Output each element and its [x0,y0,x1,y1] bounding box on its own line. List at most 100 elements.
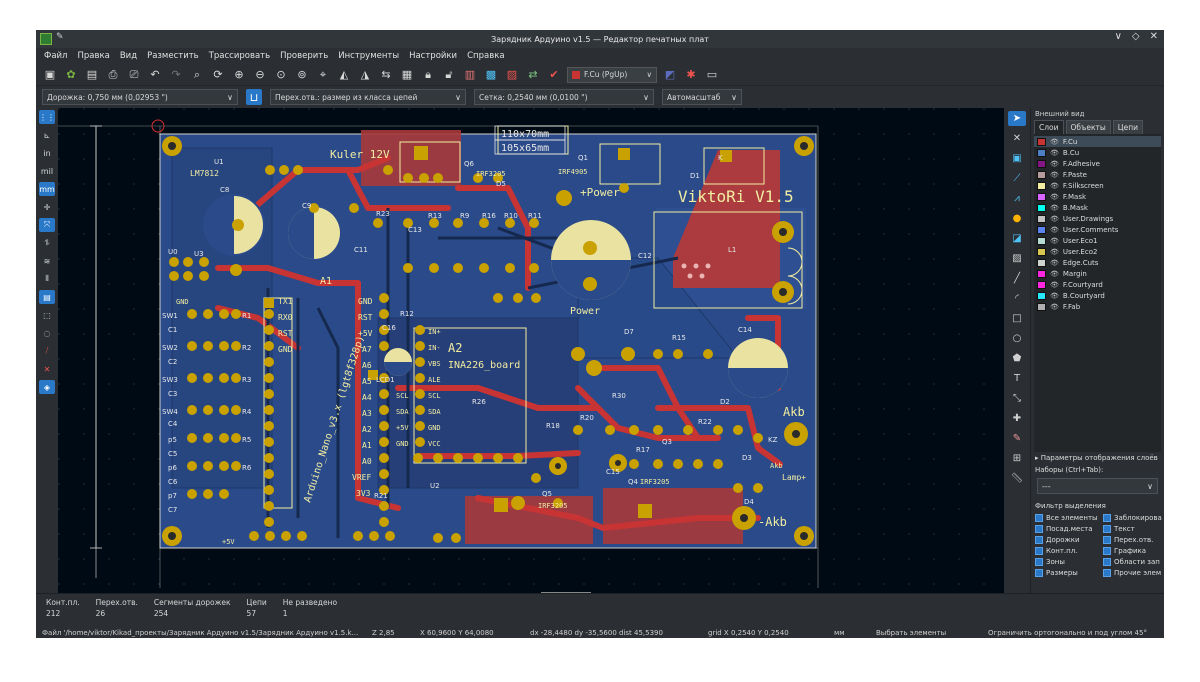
pad-outline-icon[interactable]: ⫴ [39,272,55,286]
zoom-out-icon[interactable]: ⊖ [252,67,268,83]
eye-icon[interactable]: 👁︎ [1050,303,1059,311]
filter-checkbox[interactable]: Посад.места [1035,525,1103,533]
layer-row[interactable]: 👁︎ F.Adhesive [1034,158,1161,169]
layer-color-swatch[interactable] [1037,148,1046,157]
layer-row[interactable]: 👁︎ F.Courtyard [1034,279,1161,290]
find-icon[interactable]: ⌕ [189,67,205,83]
zone-display-icon[interactable]: ≋ [39,254,55,268]
layer-pair-icon[interactable]: ◩ [662,67,678,83]
pcb-canvas[interactable]: 110x70mm 105x65mm Kuler 12V ViktoRi V1.5… [58,108,1004,593]
layer-row[interactable]: 👁︎ F.Paste [1034,169,1161,180]
layer-row[interactable]: 👁︎ User.Comments [1034,224,1161,235]
layer-color-swatch[interactable] [1037,192,1046,201]
track-width-select[interactable]: Дорожка: 0,750 мм (0,02953 ") ∨ [42,89,238,105]
pcb-drawing[interactable]: 110x70mm 105x65mm Kuler 12V ViktoRi V1.5… [58,108,1004,593]
checkbox-icon[interactable] [1035,525,1043,533]
add-text-icon[interactable]: T [1008,371,1026,386]
redo-icon[interactable]: ↷ [168,67,184,83]
checkbox-icon[interactable] [1103,547,1111,555]
eye-icon[interactable]: 👁︎ [1050,270,1059,278]
menu-help[interactable]: Справка [467,51,504,61]
zoom-select[interactable]: Автомасштаб ∨ [662,89,742,105]
lock-icon[interactable]: 🔒︎ [420,67,436,83]
checkbox-icon[interactable] [1103,514,1111,522]
units-inch-button[interactable]: in [39,146,55,160]
layer-color-swatch[interactable] [1037,137,1046,146]
checkbox-icon[interactable] [1035,569,1043,577]
eye-icon[interactable]: 👁︎ [1050,226,1059,234]
flip-board-icon[interactable]: ✕ [39,362,55,376]
save-icon[interactable]: ▣ [42,67,58,83]
add-dimension-icon[interactable]: ⤡ [1008,391,1026,406]
rotate-cw-icon[interactable]: ◮ [357,67,373,83]
filter-checkbox[interactable]: Зоны [1035,558,1103,566]
checkbox-icon[interactable] [1103,569,1111,577]
add-keepout-icon[interactable]: ▨ [1008,251,1026,266]
refresh-icon[interactable]: ⟳ [210,67,226,83]
eye-icon[interactable]: 👁︎ [1050,138,1059,146]
checkbox-icon[interactable] [1035,547,1043,555]
flip-icon[interactable]: ⇆ [378,67,394,83]
layer-color-swatch[interactable] [1037,170,1046,179]
maximize-button[interactable]: ◇ [1132,31,1140,42]
filter-checkbox[interactable]: Перех.отв. [1103,536,1164,544]
zoom-fit-icon[interactable]: ⊙ [273,67,289,83]
add-footprint-icon[interactable]: ▣ [1008,151,1026,166]
pin-icon[interactable]: ✎ [56,32,64,42]
layer-row[interactable]: 👁︎ F.Fab [1034,301,1161,312]
eye-icon[interactable]: 👁︎ [1050,281,1059,289]
drc-icon[interactable]: ✔ [546,67,562,83]
checkbox-icon[interactable] [1035,514,1043,522]
zoom-selection-icon[interactable]: ⌖ [315,67,331,83]
layer-color-swatch[interactable] [1037,269,1046,278]
layer-color-swatch[interactable] [1037,258,1046,267]
via-size-select[interactable]: Перех.отв.: размер из класса цепей ∨ [270,89,466,105]
eye-icon[interactable]: 👁︎ [1050,171,1059,179]
layer-row[interactable]: 👁︎ User.Eco2 [1034,246,1161,257]
polar-coords-icon[interactable]: ⊾ [39,128,55,142]
eye-icon[interactable]: 👁︎ [1050,292,1059,300]
filter-checkbox[interactable]: Все элементы [1035,514,1103,522]
checkbox-icon[interactable] [1035,536,1043,544]
units-mm-button[interactable]: mm [39,182,55,196]
checkbox-icon[interactable] [1103,525,1111,533]
draw-circle-icon[interactable]: ○ [1008,331,1026,346]
curved-ratsnest-icon[interactable]: ⥮ [39,236,55,250]
filter-checkbox[interactable]: Области зап [1103,558,1164,566]
eye-icon[interactable]: 👁︎ [1050,149,1059,157]
ratsnest-icon[interactable]: ⤧ [39,218,55,232]
undo-icon[interactable]: ↶ [147,67,163,83]
filter-checkbox[interactable]: Графика [1103,547,1164,555]
minimize-button[interactable]: ∨ [1115,31,1122,42]
layer-row[interactable]: 👁︎ Edge.Cuts [1034,257,1161,268]
eye-icon[interactable]: 👁︎ [1050,204,1059,212]
track-outline-icon[interactable]: ⧸ [39,344,55,358]
align-icon[interactable]: ▦ [399,67,415,83]
zoom-objects-icon[interactable]: ⊚ [294,67,310,83]
presets-select[interactable]: --- ∨ [1037,478,1158,494]
filter-checkbox[interactable]: Заблокирова [1103,514,1164,522]
layer-row[interactable]: 👁︎ F.Mask [1034,191,1161,202]
route-diff-pair-icon[interactable]: ⩘ [1008,191,1026,206]
filter-checkbox[interactable]: Размеры [1035,569,1103,577]
tab-objects[interactable]: Объекты [1065,120,1111,134]
tab-layers[interactable]: Слои [1034,120,1064,134]
layer-color-swatch[interactable] [1037,291,1046,300]
grid-toggle-icon[interactable]: ⋮⋮ [39,110,55,124]
layer-color-swatch[interactable] [1037,159,1046,168]
layer-row[interactable]: 👁︎ User.Eco1 [1034,235,1161,246]
menu-inspect[interactable]: Проверить [280,51,328,61]
select-tool-icon[interactable]: ➤ [1008,111,1026,126]
unlock-icon[interactable]: 🔓︎ [441,67,457,83]
zoom-in-icon[interactable]: ⊕ [231,67,247,83]
layer-display-options[interactable]: ▸ Параметры отображения слоёв [1031,452,1164,464]
footprint-browser-icon[interactable]: ▨ [504,67,520,83]
menu-place[interactable]: Разместить [147,51,199,61]
layer-color-swatch[interactable] [1037,203,1046,212]
grid-select[interactable]: Сетка: 0,2540 мм (0,0100 ") ∨ [474,89,654,105]
menu-view[interactable]: Вид [120,51,137,61]
close-button[interactable]: ✕ [1150,31,1158,42]
set-origin-icon[interactable]: ✚ [1008,411,1026,426]
checkbox-icon[interactable] [1103,558,1111,566]
checkbox-icon[interactable] [1035,558,1043,566]
